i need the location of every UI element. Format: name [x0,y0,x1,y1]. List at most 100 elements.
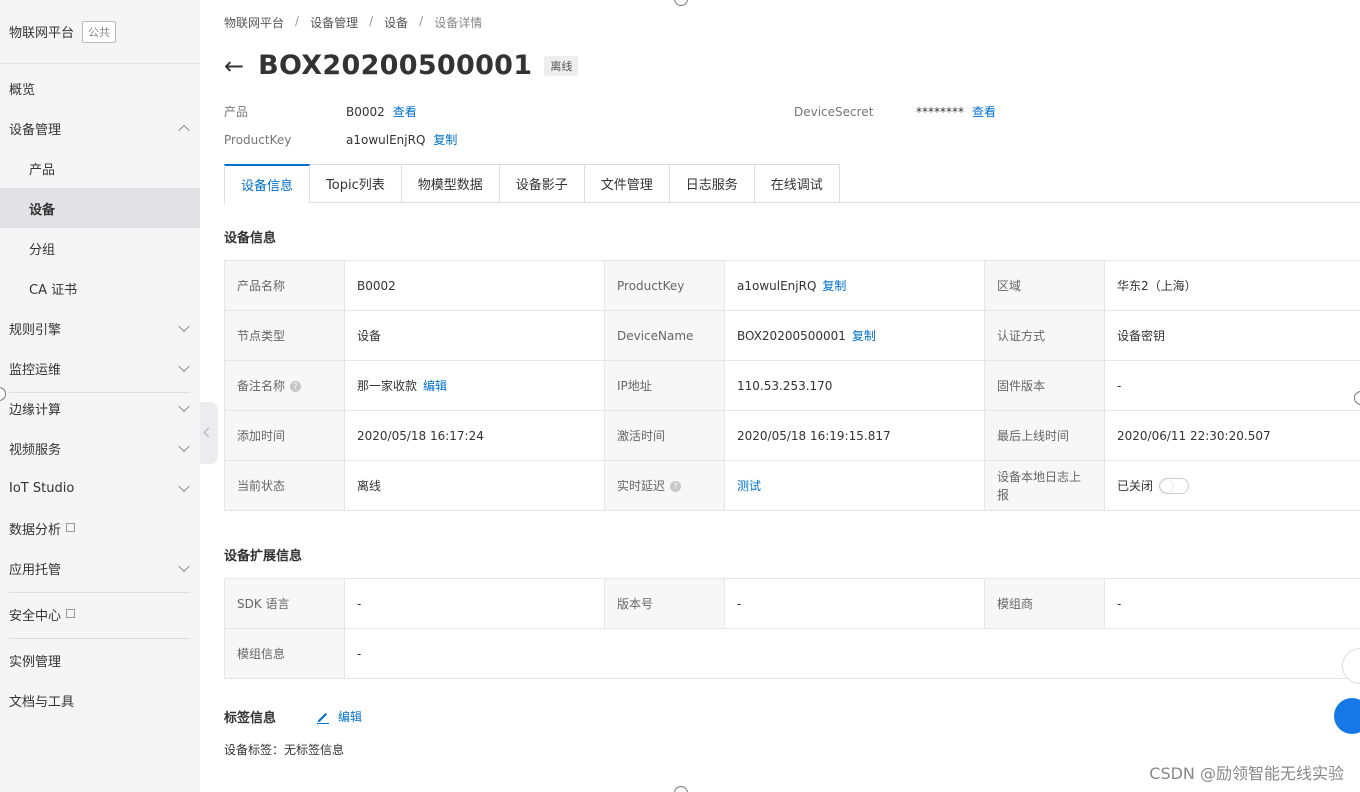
floating-chat-button[interactable] [1334,698,1360,734]
meta-label: DeviceSecret [794,104,874,119]
device-tags-line: 设备标签：无标签信息 [224,741,344,758]
field-label: ProductKey [604,260,725,311]
status-badge: 离线 [544,55,579,76]
tab-thing-model-data[interactable]: 物模型数据 [401,164,500,203]
ext-info-table: SDK 语言 - 版本号 - 模组商 - 模组信息 - [224,578,1360,679]
local-log-toggle[interactable] [1159,478,1190,495]
field-value-cell: BOX20200500001 复制 [724,310,985,361]
chevron-up-icon [178,124,190,137]
tab-device-info[interactable]: 设备信息 [224,164,311,204]
copy-productkey-button[interactable]: 复制 [822,279,846,293]
copy-devicename-button[interactable]: 复制 [852,329,876,343]
field-value: 设备 [344,310,605,361]
sidebar-item-security-center[interactable]: 安全中心 [0,594,200,634]
sidebar-item-video[interactable]: 视频服务 [0,428,200,468]
sidebar-item-group[interactable]: 分组 [0,228,200,268]
page-title: BOX20200500001 [258,50,533,81]
latency-test-link[interactable]: 测试 [737,479,761,493]
sidebar-item-overview[interactable]: 概览 [0,68,200,108]
breadcrumb-item[interactable]: 物联网平台 [224,14,284,31]
field-value: 2020/05/18 16:19:15.817 [724,410,985,461]
sidebar-item-rule-engine[interactable]: 规则引擎 [0,308,200,348]
tag-info-title: 标签信息 [224,711,277,726]
field-value: 110.53.253.170 [724,360,985,411]
field-value: - [344,578,605,629]
table-row: 添加时间 2020/05/18 16:17:24 激活时间 2020/05/18… [224,410,1360,461]
breadcrumb-item[interactable]: 设备管理 [310,14,358,31]
field-value-cell: 那一家收款 编辑 [344,360,605,411]
field-label: 激活时间 [604,410,725,461]
field-value: 那一家收款 [357,379,418,393]
field-value: 华东2（上海） [1104,260,1360,311]
table-row: 模组信息 - [224,628,1360,679]
sidebar-item-label: 概览 [9,82,36,98]
field-value-cell: 已关闭 [1104,460,1360,511]
view-secret-link[interactable]: 查看 [972,103,996,120]
table-row: 产品名称 B0002 ProductKey a1owulEnjRQ 复制 区域 华… [224,260,1360,311]
sidebar-item-edge-computing[interactable]: 边缘计算 [0,388,200,428]
tab-online-debug[interactable]: 在线调试 [754,164,840,203]
field-label: 实时延迟 [617,479,666,493]
sidebar-item-device[interactable]: 设备 [0,188,200,228]
ext-info-title: 设备扩展信息 [224,549,303,564]
divider [9,638,190,639]
sidebar-item-monitoring[interactable]: 监控运维 [0,348,200,388]
meta-product: 产品 B0002 查看 [224,103,417,120]
field-label: 区域 [984,260,1105,311]
sidebar-item-label: 实例管理 [9,654,62,670]
sidebar-collapse-handle[interactable] [200,402,218,464]
sidebar-item-app-hosting[interactable]: 应用托管 [0,548,200,588]
field-value: 离线 [344,460,605,511]
table-row: SDK 语言 - 版本号 - 模组商 - [224,578,1360,629]
sidebar-item-label: 监控运维 [9,362,62,378]
sidebar-item-label: IoT Studio [9,480,75,496]
sidebar-item-product[interactable]: 产品 [0,148,200,188]
sidebar-item-ca-cert[interactable]: CA 证书 [0,268,200,308]
sidebar-item-device-management[interactable]: 设备管理 [0,108,200,148]
field-value: - [1104,578,1360,629]
divider [9,592,190,593]
field-label: 模组商 [984,578,1105,629]
sidebar-item-docs-tools[interactable]: 文档与工具 [0,680,200,720]
breadcrumb-item[interactable]: 设备 [384,14,408,31]
tab-topic-list[interactable]: Topic列表 [310,164,402,203]
field-value: 2020/05/18 16:17:24 [344,410,605,461]
sidebar-item-label: 设备管理 [9,122,62,138]
external-link-icon [66,608,76,618]
help-icon[interactable]: ? [290,381,302,392]
external-link-icon [66,522,76,532]
sidebar-item-data-analysis[interactable]: 数据分析 [0,508,200,548]
field-label-cell: 备注名称? [224,360,345,411]
sidebar-item-iot-studio[interactable]: IoT Studio [0,468,200,508]
view-product-link[interactable]: 查看 [393,103,417,120]
field-label: 认证方式 [984,310,1105,361]
breadcrumb-separator: / [295,14,300,28]
field-value: 2020/06/11 22:30:20.507 [1104,410,1360,461]
tab-device-shadow[interactable]: 设备影子 [499,164,585,203]
field-label-cell: 实时延迟? [604,460,725,511]
field-value: - [344,628,1360,679]
field-label: 设备本地日志上报 [984,460,1105,511]
brand-badge[interactable]: 公共 [82,20,117,43]
brand-title: 物联网平台 [9,26,75,41]
meta-value: ******** [916,104,964,119]
field-label: 备注名称 [237,379,286,393]
field-label: 版本号 [604,578,725,629]
tab-file-management[interactable]: 文件管理 [584,164,670,203]
back-arrow-icon[interactable]: ← [224,54,244,78]
breadcrumb-current: 设备详情 [434,16,483,30]
device-info-title: 设备信息 [224,231,277,246]
copy-productkey-link[interactable]: 复制 [433,131,457,148]
edit-tags-button[interactable]: 编辑 [316,708,362,725]
field-label: 添加时间 [224,410,345,461]
chevron-down-icon [178,320,190,333]
help-icon[interactable]: ? [670,481,682,492]
sidebar-item-label: 设备 [29,202,56,218]
field-value-cell: 测试 [724,460,985,511]
meta-label: 产品 [224,105,249,119]
tab-log-service[interactable]: 日志服务 [669,164,755,203]
breadcrumb: 物联网平台 / 设备管理 / 设备 / 设备详情 [224,14,482,31]
sidebar-item-label: 规则引擎 [9,322,62,338]
sidebar-item-instance-management[interactable]: 实例管理 [0,640,200,680]
edit-alias-button[interactable]: 编辑 [423,379,447,393]
